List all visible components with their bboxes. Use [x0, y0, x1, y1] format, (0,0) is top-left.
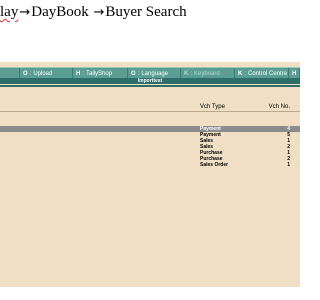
arrow-right-icon: → [19, 5, 31, 20]
breadcrumb-item-buyer-search: Buyer Search [105, 4, 187, 20]
column-header-divider [0, 111, 300, 112]
top-toolbar: O: Upload H: TallyShop G: Language K: Ke… [0, 67, 300, 79]
arrow-right-icon: → [93, 5, 105, 20]
breadcrumb: lay→DayBook →Buyer Search [0, 3, 187, 23]
tallyshop-label: TallyShop [86, 70, 113, 77]
company-title: Importtest [0, 78, 300, 84]
shortcut-key: K [184, 70, 189, 77]
tally-screen: O: Upload H: TallyShop G: Language K: Ke… [0, 62, 300, 287]
language-label: Language [141, 70, 169, 77]
shortcut-key: G [131, 70, 136, 77]
column-header-vch-type: Vch Type [200, 104, 225, 110]
breadcrumb-item-daybook: DayBook [31, 4, 89, 20]
table-row[interactable]: Sales Order 1 [0, 162, 300, 168]
vch-type-cell: Sales Order [200, 162, 229, 168]
shortcut-key: H [76, 70, 81, 77]
control-centre-label: Control Centre [248, 70, 288, 77]
shortcut-key: H [292, 70, 297, 77]
keyboard-label: Keyboard [194, 70, 220, 77]
breadcrumb-item-display: lay [0, 4, 19, 20]
upload-label: Upload [33, 70, 53, 77]
shortcut-key: O [23, 70, 28, 77]
vch-no-cell: 1 [287, 162, 290, 168]
shortcut-key: K [238, 70, 243, 77]
header-divider [0, 85, 300, 87]
column-header-vch-no: Vch No. [268, 104, 290, 110]
